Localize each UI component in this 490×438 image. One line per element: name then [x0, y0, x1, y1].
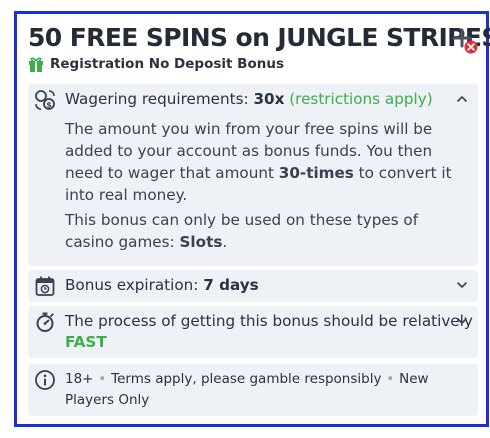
chevron-up-icon[interactable] — [455, 92, 469, 106]
process-speed: FAST — [65, 333, 107, 351]
wagering-multiplier: 30-times — [278, 164, 354, 182]
svg-text:$: $ — [46, 101, 52, 110]
bonus-card: 50 FREE SPINS on JUNGLE STRIPES Registra… — [14, 11, 490, 427]
wagering-header[interactable]: $ Wagering requirements: 30x (restrictio… — [28, 89, 478, 111]
wagering-value: 30x — [253, 90, 285, 108]
terms-notice: Terms apply, please gamble responsibly — [111, 371, 382, 387]
separator-dot: • — [98, 372, 107, 387]
chevron-down-icon[interactable] — [455, 314, 469, 328]
coins-exchange-icon: $ — [35, 90, 55, 110]
wagering-section: $ Wagering requirements: 30x (restrictio… — [28, 84, 478, 266]
expiration-header[interactable]: Bonus expiration: 7 days — [28, 275, 478, 297]
terms-row: 18+ • Terms apply, please gamble responsib… — [28, 369, 478, 411]
bonus-type: Registration No Deposit Bonus — [28, 55, 478, 73]
compare-remove-icon[interactable] — [452, 28, 478, 54]
game-type: Slots — [179, 233, 223, 251]
terms-section: 18+ • Terms apply, please gamble responsib… — [28, 364, 478, 416]
terms-text: 18+ • Terms apply, please gamble responsib… — [65, 369, 478, 411]
age-restriction: 18+ — [65, 371, 94, 387]
bonus-type-label: Registration No Deposit Bonus — [50, 56, 284, 72]
game-restriction: This bonus can only be used on these typ… — [65, 209, 462, 253]
chevron-down-icon[interactable] — [455, 278, 469, 292]
wagering-details: The amount you win from your free spins … — [65, 118, 462, 253]
process-header[interactable]: The process of getting this bonus should… — [28, 311, 478, 353]
bonus-header: 50 FREE SPINS on JUNGLE STRIPES Registra… — [28, 22, 490, 73]
game-restriction-end: . — [222, 233, 228, 251]
game-restriction-text: This bonus can only be used on these typ… — [65, 211, 419, 251]
process-text: The process of getting this bonus should… — [65, 312, 473, 330]
wagering-explanation: The amount you win from your free spins … — [65, 118, 462, 206]
wagering-label: Wagering requirements: — [65, 90, 249, 108]
stopwatch-icon — [36, 312, 54, 332]
expiration-label: Bonus expiration: — [65, 276, 199, 294]
bonus-title: 50 FREE SPINS on JUNGLE STRIPES — [28, 23, 490, 52]
info-circle-icon — [35, 370, 55, 390]
gift-icon — [29, 57, 43, 72]
restrictions-link[interactable]: (restrictions apply) — [289, 90, 432, 108]
expiration-section[interactable]: Bonus expiration: 7 days — [28, 270, 478, 302]
process-section[interactable]: The process of getting this bonus should… — [28, 306, 478, 358]
separator-dot: • — [386, 372, 395, 387]
calendar-clock-icon — [35, 276, 55, 296]
expiration-value: 7 days — [203, 276, 259, 294]
